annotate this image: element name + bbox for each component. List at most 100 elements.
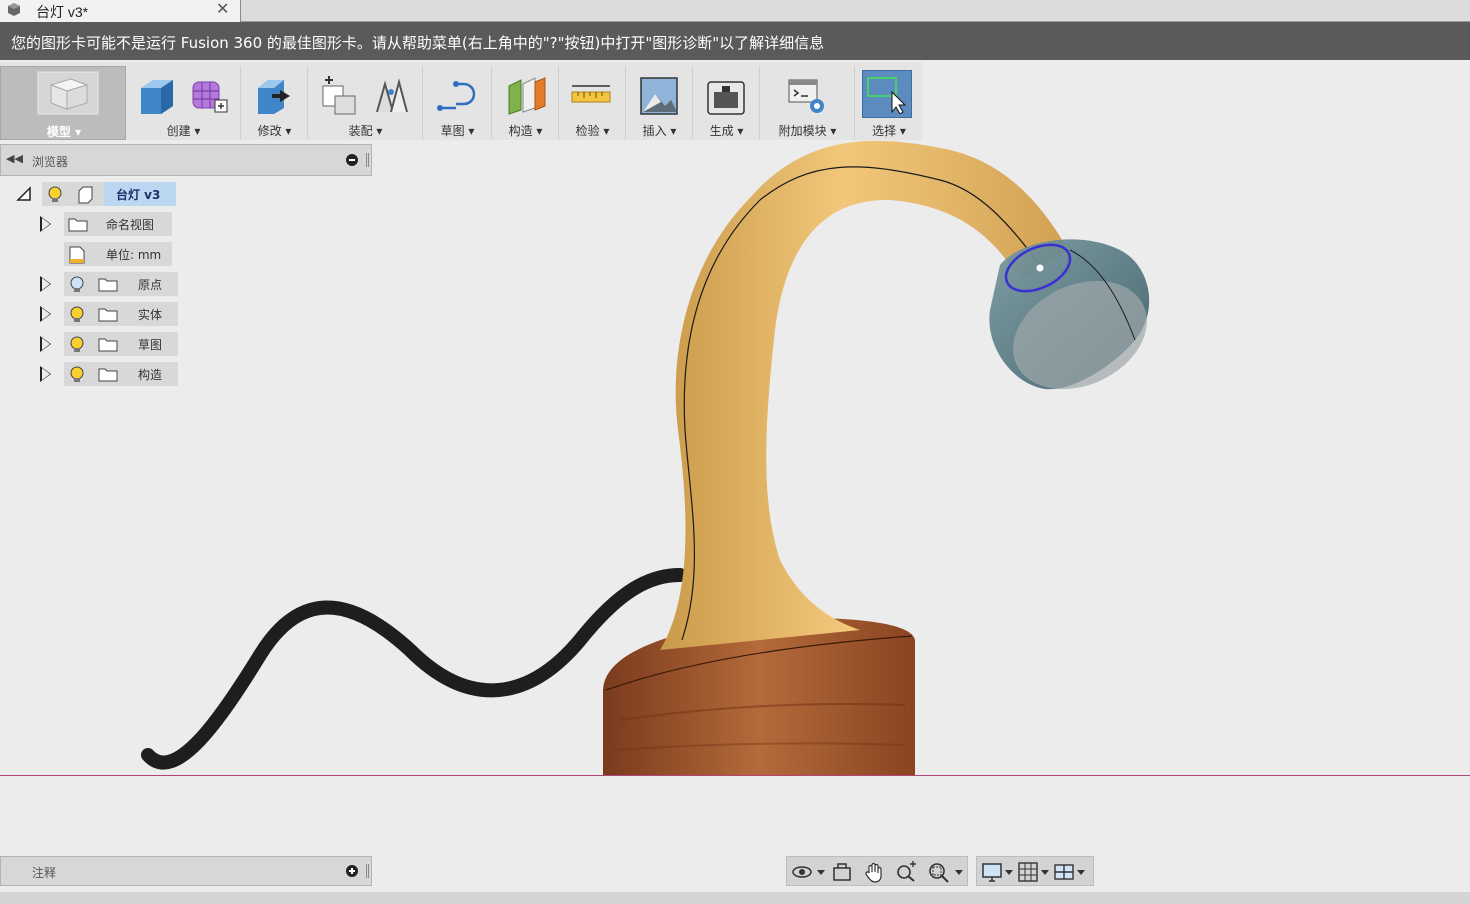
- addins-menu[interactable]: 附加模块 ▾: [761, 66, 855, 140]
- insert-image-icon: [640, 77, 678, 115]
- annotations-panel-header[interactable]: 注释: [0, 856, 372, 886]
- tree-root[interactable]: 台灯 v3: [16, 182, 186, 206]
- modify-menu[interactable]: 修改 ▾: [242, 66, 308, 140]
- make-menu[interactable]: 生成 ▾: [694, 66, 760, 140]
- document-tab[interactable]: 台灯 v3* ✕: [0, 0, 241, 22]
- banner-text: 您的图形卡可能不是运行 Fusion 360 的最佳图形卡。请从帮助菜单(右上角…: [11, 34, 825, 52]
- graphics-warning-banner: 您的图形卡可能不是运行 Fusion 360 的最佳图形卡。请从帮助菜单(右上角…: [0, 22, 1470, 60]
- sketch-label: 草图 ▾: [440, 124, 475, 138]
- display-settings-icon[interactable]: [981, 861, 1003, 883]
- construct-label: 构造 ▾: [508, 124, 543, 138]
- tree-item-construction[interactable]: 构造: [40, 362, 180, 386]
- assemble-label: 装配 ▾: [348, 124, 383, 138]
- visibility-bulb-icon[interactable]: [70, 336, 84, 354]
- new-component-icon: [322, 76, 356, 115]
- document-tab-title: 台灯 v3*: [36, 4, 89, 20]
- lamp-shade: [989, 239, 1150, 390]
- workspace-switcher[interactable]: 模型 ▾: [0, 66, 126, 140]
- visibility-bulb-icon[interactable]: [70, 366, 84, 384]
- pan-icon[interactable]: [863, 861, 885, 883]
- display-dropdown-icon[interactable]: [1005, 870, 1013, 875]
- expanded-triangle-icon[interactable]: [16, 186, 32, 202]
- document-settings-icon: [69, 246, 85, 264]
- visibility-bulb-icon[interactable]: [48, 186, 62, 204]
- zoom-icon[interactable]: [895, 861, 917, 883]
- make-label: 生成 ▾: [709, 124, 744, 138]
- addins-label: 附加模块 ▾: [778, 124, 837, 138]
- expand-triangle-icon[interactable]: [40, 306, 51, 322]
- expand-triangle-icon[interactable]: [40, 276, 51, 292]
- model-workspace-icon: [37, 71, 99, 115]
- orbit-dropdown-icon[interactable]: [817, 870, 825, 875]
- item-label: 原点: [138, 278, 163, 292]
- viewports-icon[interactable]: [1053, 861, 1075, 883]
- item-label: 命名视图: [106, 218, 155, 232]
- create-menu[interactable]: 创建 ▾: [127, 66, 241, 140]
- item-label: 实体: [138, 308, 163, 322]
- 3d-viewport[interactable]: [0, 140, 1470, 856]
- power-cable: [141, 568, 687, 770]
- zoom-dropdown-icon[interactable]: [955, 870, 963, 875]
- annotations-title: 注释: [32, 866, 57, 880]
- form-icon: [192, 81, 228, 113]
- tree-item-named-views[interactable]: 命名视图: [40, 212, 180, 236]
- select-menu[interactable]: 选择 ▾: [856, 66, 922, 140]
- expand-triangle-icon[interactable]: [40, 336, 51, 352]
- expand-panel-icon[interactable]: [346, 865, 358, 877]
- select-label: 选择 ▾: [872, 124, 906, 138]
- folder-icon: [98, 308, 118, 322]
- measure-icon: [571, 85, 611, 103]
- grid-icon[interactable]: [1017, 861, 1039, 883]
- offset-plane-icon: [508, 77, 546, 115]
- tree-item-sketches[interactable]: 草图: [40, 332, 180, 356]
- inspect-label: 检验 ▾: [575, 124, 610, 138]
- component-icon: [8, 3, 20, 16]
- lamp-base: [603, 617, 915, 776]
- assemble-menu[interactable]: 装配 ▾: [309, 66, 423, 140]
- hidden-bulb-icon[interactable]: [70, 276, 84, 294]
- panel-grip[interactable]: [366, 153, 369, 167]
- look-at-icon[interactable]: [831, 861, 853, 883]
- insert-menu[interactable]: 插入 ▾: [627, 66, 693, 140]
- select-icon: [867, 77, 907, 114]
- browser-panel-header[interactable]: ◀◀ 浏览器: [0, 144, 372, 176]
- fit-icon[interactable]: [927, 861, 949, 883]
- modify-label: 修改 ▾: [257, 124, 292, 138]
- visibility-bulb-icon[interactable]: [70, 306, 84, 324]
- scripts-icon: [788, 79, 824, 113]
- display-settings-group: [976, 856, 1094, 886]
- tree-item-origin[interactable]: 原点: [40, 272, 180, 296]
- tree-item-bodies[interactable]: 实体: [40, 302, 180, 326]
- orbit-icon[interactable]: [791, 861, 813, 883]
- press-pull-icon: [258, 80, 290, 114]
- insert-label: 插入 ▾: [642, 124, 677, 138]
- box-icon: [141, 80, 173, 114]
- collapse-panel-icon[interactable]: [346, 154, 358, 166]
- root-label: 台灯 v3: [116, 188, 161, 202]
- lamp-arm: [660, 140, 1068, 650]
- viewports-dropdown-icon[interactable]: [1077, 870, 1085, 875]
- main-toolbar: 模型 ▾ 创建 ▾ 修改 ▾ 装配 ▾ 草图 ▾ 构造 ▾ 检验 ▾ 插入 ▾ …: [0, 62, 922, 140]
- folder-icon: [68, 218, 88, 232]
- expand-triangle-icon[interactable]: [40, 366, 51, 382]
- construct-menu[interactable]: 构造 ▾: [493, 66, 559, 140]
- panel-grip[interactable]: [366, 864, 369, 878]
- grid-dropdown-icon[interactable]: [1041, 870, 1049, 875]
- status-bar: [0, 892, 1470, 904]
- folder-icon: [98, 278, 118, 292]
- document-tab-bar: 台灯 v3* ✕: [0, 0, 1470, 22]
- item-label: 草图: [138, 338, 163, 352]
- tree-item-units[interactable]: 单位: mm: [40, 242, 180, 266]
- ground-plane-line: [0, 775, 1470, 776]
- inspect-menu[interactable]: 检验 ▾: [560, 66, 626, 140]
- 3d-print-icon: [707, 81, 745, 115]
- expand-triangle-icon[interactable]: [40, 216, 51, 232]
- close-icon[interactable]: ✕: [216, 0, 229, 18]
- folder-icon: [98, 338, 118, 352]
- item-label: 构造: [138, 368, 163, 382]
- workspace-label: 模型 ▾: [46, 125, 82, 139]
- sketch-menu[interactable]: 草图 ▾: [424, 66, 492, 140]
- fusion360-window: 台灯 v3* ✕ 您的图形卡可能不是运行 Fusion 360 的最佳图形卡。请…: [0, 0, 1470, 904]
- component-icon: [78, 186, 93, 204]
- collapse-icon[interactable]: ◀◀: [6, 152, 23, 165]
